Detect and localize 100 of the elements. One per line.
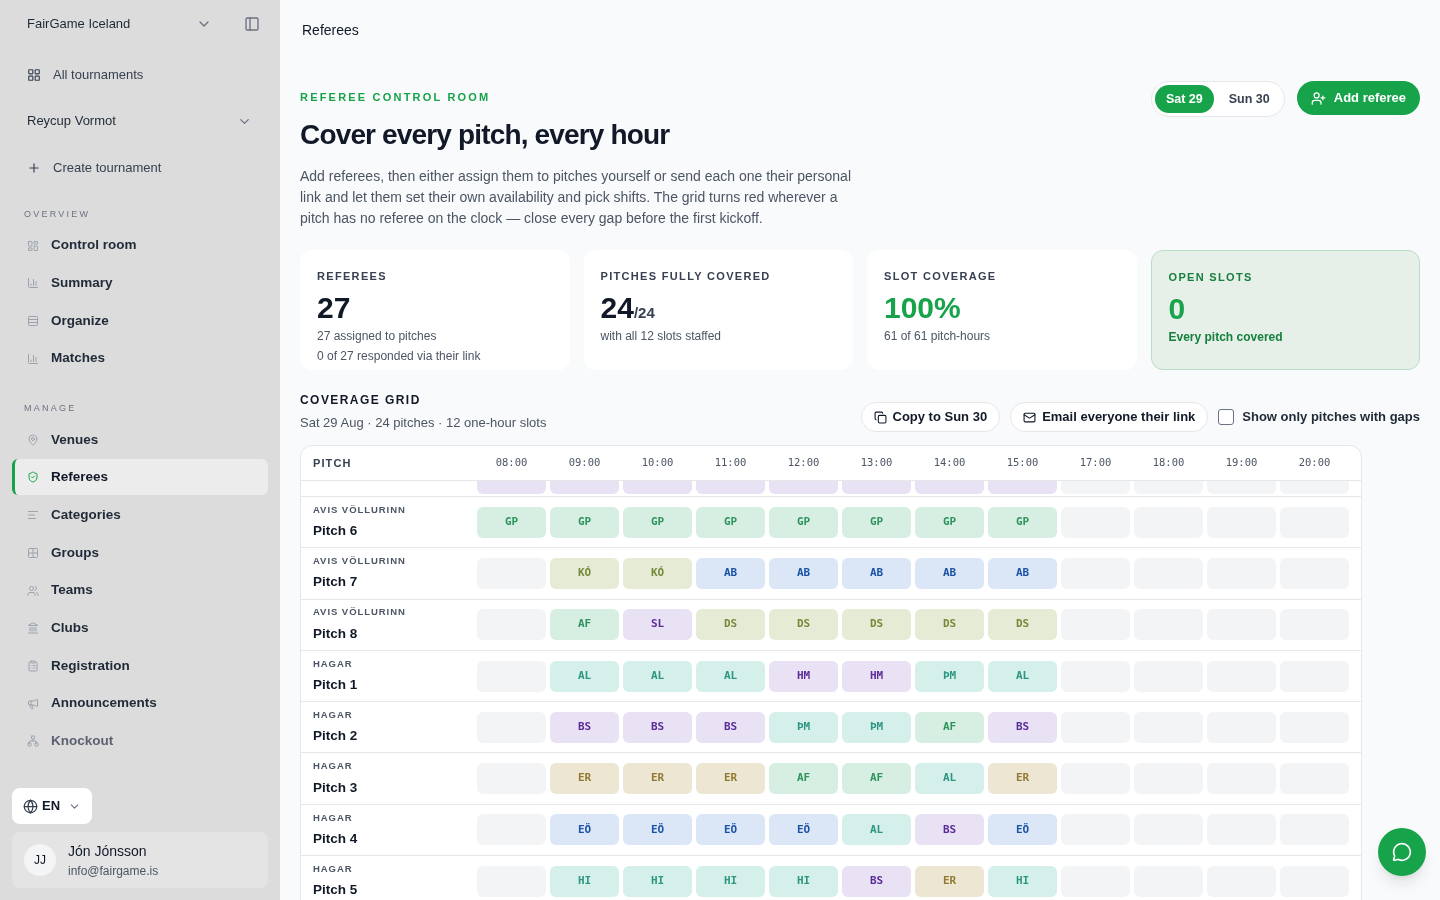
referee-slot[interactable]: BS: [623, 711, 692, 743]
referee-slot[interactable]: GP: [842, 506, 911, 538]
chat-button[interactable]: [1378, 828, 1426, 876]
referee-slot[interactable]: HM: [842, 660, 911, 692]
referee-slot[interactable]: HI: [696, 865, 765, 897]
user-card[interactable]: JJ Jón Jónsson info@fairgame.is: [12, 832, 268, 888]
nav-item[interactable]: Registration: [12, 647, 268, 684]
sidebar-toggle-icon[interactable]: [244, 16, 260, 32]
referee-slot[interactable]: KÓ: [550, 557, 619, 589]
referee-slot[interactable]: AL: [623, 660, 692, 692]
nav-item[interactable]: Categories: [12, 497, 268, 534]
referee-slot[interactable]: GP: [988, 506, 1057, 538]
referee-slot[interactable]: BS: [550, 711, 619, 743]
referee-slot[interactable]: EÖ: [769, 814, 838, 846]
day-tab[interactable]: Sun 30: [1217, 85, 1281, 113]
referee-slot[interactable]: GP: [550, 506, 619, 538]
referee-slot[interactable]: HI: [769, 865, 838, 897]
referee-slot[interactable]: BS: [842, 865, 911, 897]
add-referee-button[interactable]: Add referee: [1296, 81, 1420, 115]
referee-slot[interactable]: EÖ: [696, 814, 765, 846]
referee-slot[interactable]: AF: [769, 763, 838, 795]
nav-item[interactable]: Clubs: [12, 610, 268, 647]
referee-slot[interactable]: GP: [769, 506, 838, 538]
referee-slot[interactable]: HI: [550, 865, 619, 897]
stat-value: 24: [600, 290, 634, 326]
shield-icon: [27, 471, 39, 484]
referee-slot[interactable]: ER: [550, 763, 619, 795]
referee-slot[interactable]: AB: [769, 557, 838, 589]
referee-slot[interactable]: AB: [988, 557, 1057, 589]
referee-slot[interactable]: GP: [477, 506, 546, 538]
referee-slot[interactable]: ÞM: [915, 660, 984, 692]
nav-item[interactable]: Announcements: [12, 685, 268, 722]
stat-label: REFEREES: [317, 268, 388, 284]
stat-value: 0: [1168, 291, 1186, 327]
column-header: 13:00: [859, 455, 894, 471]
section-label: MANAGE: [23, 402, 78, 416]
referee-slot[interactable]: AF: [842, 763, 911, 795]
referee-slot[interactable]: GP: [696, 506, 765, 538]
referee-slot[interactable]: EÖ: [550, 814, 619, 846]
tournament-name[interactable]: Reycup Vormot: [27, 111, 116, 131]
referee-slot[interactable]: KÓ: [623, 557, 692, 589]
referee-slot[interactable]: ER: [988, 763, 1057, 795]
nav-item[interactable]: Organize: [12, 302, 268, 339]
day-tab[interactable]: Sat 29: [1154, 85, 1214, 113]
referee-slot[interactable]: DS: [769, 609, 838, 641]
referee-slot[interactable]: ER: [623, 763, 692, 795]
org-name[interactable]: FairGame Iceland: [27, 14, 131, 34]
referee-slot[interactable]: AL: [988, 660, 1057, 692]
section-label: OVERVIEW: [23, 208, 92, 221]
referee-slot[interactable]: HI: [623, 865, 692, 897]
referee-slot[interactable]: AL: [550, 660, 619, 692]
referee-slot[interactable]: EÖ: [623, 814, 692, 846]
copy-button[interactable]: Copy to Sun 30: [860, 402, 1001, 432]
avatar: JJ: [24, 844, 56, 876]
pitch-name: Pitch 1: [313, 676, 359, 695]
referee-slot[interactable]: SL: [623, 609, 692, 641]
referee-slot[interactable]: AL: [915, 763, 984, 795]
referee-slot[interactable]: EÖ: [988, 814, 1057, 846]
referee-slot[interactable]: BS: [696, 711, 765, 743]
venue-label: HAGAR: [313, 656, 354, 671]
stat-suffix: /24: [633, 304, 655, 323]
nav-item[interactable]: Summary: [12, 265, 268, 302]
nav-item[interactable]: Groups: [12, 534, 268, 571]
referee-slot[interactable]: AF: [550, 609, 619, 641]
nav-item[interactable]: Matches: [12, 340, 268, 377]
referee-slot[interactable]: AB: [696, 557, 765, 589]
venue-label: HAGAR: [313, 810, 354, 825]
nav-item[interactable]: Teams: [12, 572, 268, 609]
referee-slot[interactable]: DS: [915, 609, 984, 641]
email-button[interactable]: Email everyone their link: [1010, 402, 1209, 432]
referee-slot[interactable]: AF: [915, 711, 984, 743]
nav-item[interactable]: All tournaments: [12, 63, 268, 87]
gaps-checkbox[interactable]: [1218, 409, 1235, 425]
user-plus-icon: [1310, 90, 1326, 106]
referee-slot[interactable]: HM: [769, 660, 838, 692]
referee-slot[interactable]: BS: [915, 814, 984, 846]
stat-note: Every pitch covered: [1168, 329, 1284, 346]
language-select[interactable]: EN: [12, 788, 93, 824]
nav-item[interactable]: Create tournament: [12, 156, 268, 180]
referee-slot[interactable]: ER: [915, 865, 984, 897]
referee-slot[interactable]: GP: [915, 506, 984, 538]
copy-icon: [873, 410, 887, 424]
referee-slot[interactable]: AL: [696, 660, 765, 692]
referee-slot[interactable]: ÞM: [842, 711, 911, 743]
plus-icon: [27, 161, 41, 175]
stat-value: 27: [317, 290, 351, 326]
referee-slot[interactable]: AB: [842, 557, 911, 589]
referee-slot[interactable]: GP: [623, 506, 692, 538]
referee-slot[interactable]: DS: [988, 609, 1057, 641]
nav-item[interactable]: Control room: [12, 227, 268, 264]
referee-slot[interactable]: DS: [842, 609, 911, 641]
nav-item[interactable]: Referees: [12, 459, 268, 496]
referee-slot[interactable]: HI: [988, 865, 1057, 897]
referee-slot[interactable]: DS: [696, 609, 765, 641]
referee-slot[interactable]: AB: [915, 557, 984, 589]
referee-slot[interactable]: ÞM: [769, 711, 838, 743]
referee-slot[interactable]: BS: [988, 711, 1057, 743]
referee-slot[interactable]: ER: [696, 763, 765, 795]
referee-slot[interactable]: AL: [842, 814, 911, 846]
nav-item[interactable]: Venues: [12, 421, 268, 458]
